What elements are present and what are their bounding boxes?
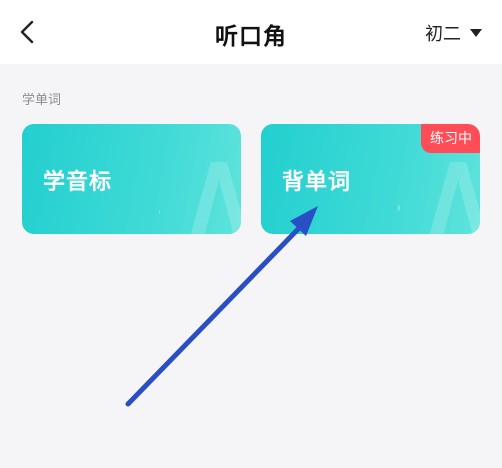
card-label: 背单词 <box>282 170 352 195</box>
card-learn-phonetics[interactable]: 学音标 <box>22 124 241 234</box>
top-bar: 听口角 初二 <box>0 0 502 64</box>
card-label: 学音标 <box>43 170 113 195</box>
letter-a-decoration-icon <box>398 162 480 234</box>
caret-down-icon <box>470 29 482 37</box>
card-memorize-words[interactable]: 背单词 练习中 <box>261 124 480 234</box>
grade-dropdown[interactable]: 初二 <box>425 20 482 46</box>
screen: 听口角 初二 学单词 学音标 背单词 练习中 <box>0 0 502 468</box>
annotation-arrow <box>125 206 318 407</box>
status-badge: 练习中 <box>421 124 480 153</box>
letter-a-decoration-icon <box>159 162 241 234</box>
grade-label: 初二 <box>425 24 461 45</box>
section-title: 学单词 <box>22 93 62 108</box>
